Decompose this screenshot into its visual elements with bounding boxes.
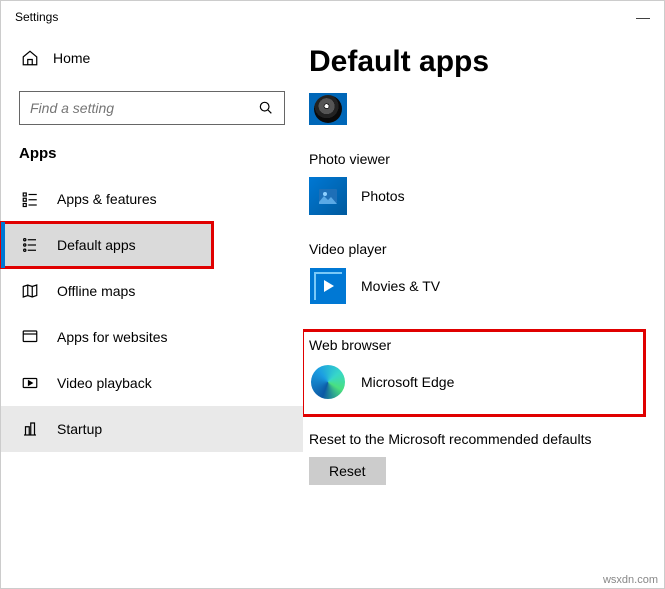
sidebar-item-label: Apps & features [57, 191, 157, 207]
list-icon [21, 190, 39, 208]
video-icon [21, 374, 39, 392]
titlebar: Settings — [1, 1, 664, 33]
default-app-photos[interactable]: Photos [309, 177, 644, 215]
app-name: Photos [361, 188, 405, 204]
page-title: Default apps [309, 45, 644, 79]
window-title: Settings [15, 10, 58, 24]
sidebar-item-apps-websites[interactable]: Apps for websites [1, 314, 303, 360]
category-web-browser: Web browser Microsoft Edge [303, 331, 644, 415]
defaults-icon [21, 236, 39, 254]
category-label: Photo viewer [309, 151, 644, 167]
search-icon [258, 100, 274, 116]
map-icon [21, 282, 39, 300]
default-app-movies[interactable]: Movies & TV [309, 267, 644, 305]
sidebar: Home Apps Apps & features [1, 33, 303, 588]
search-field[interactable] [30, 100, 258, 116]
startup-icon [21, 420, 39, 438]
sidebar-item-video-playback[interactable]: Video playback [1, 360, 303, 406]
search-input[interactable] [19, 91, 285, 125]
disc-icon [314, 95, 342, 123]
app-name: Movies & TV [361, 278, 440, 294]
home-icon [21, 49, 39, 67]
watermark: wsxdn.com [603, 574, 658, 586]
category-label: Video player [309, 241, 644, 257]
sidebar-item-offline-maps[interactable]: Offline maps [1, 268, 303, 314]
sidebar-item-label: Apps for websites [57, 329, 168, 345]
home-label: Home [53, 50, 90, 66]
content-pane: Default apps Photo viewer Photos Video p… [303, 33, 664, 588]
sidebar-item-label: Video playback [57, 375, 152, 391]
sidebar-item-startup[interactable]: Startup [1, 406, 303, 452]
apps-web-icon [21, 328, 39, 346]
category-video-player: Video player Movies & TV [309, 241, 644, 305]
sidebar-item-label: Startup [57, 421, 102, 437]
default-app-edge[interactable]: Microsoft Edge [309, 363, 638, 401]
photos-icon [309, 177, 347, 215]
sidebar-item-label: Default apps [57, 237, 136, 253]
reset-description: Reset to the Microsoft recommended defau… [309, 431, 644, 447]
movies-icon [309, 267, 347, 305]
home-nav[interactable]: Home [1, 41, 303, 77]
app-name: Microsoft Edge [361, 374, 454, 390]
sidebar-item-default-apps[interactable]: Default apps [1, 222, 213, 268]
sidebar-item-label: Offline maps [57, 283, 135, 299]
sidebar-item-apps-features[interactable]: Apps & features [1, 176, 303, 222]
edge-icon [309, 363, 347, 401]
category-label: Web browser [309, 337, 638, 353]
reset-button[interactable]: Reset [309, 457, 386, 485]
minimize-icon[interactable]: — [636, 9, 650, 25]
category-photo-viewer: Photo viewer Photos [309, 151, 644, 215]
app-tile-music-partial[interactable] [309, 93, 347, 125]
sidebar-section-apps: Apps [1, 141, 303, 176]
